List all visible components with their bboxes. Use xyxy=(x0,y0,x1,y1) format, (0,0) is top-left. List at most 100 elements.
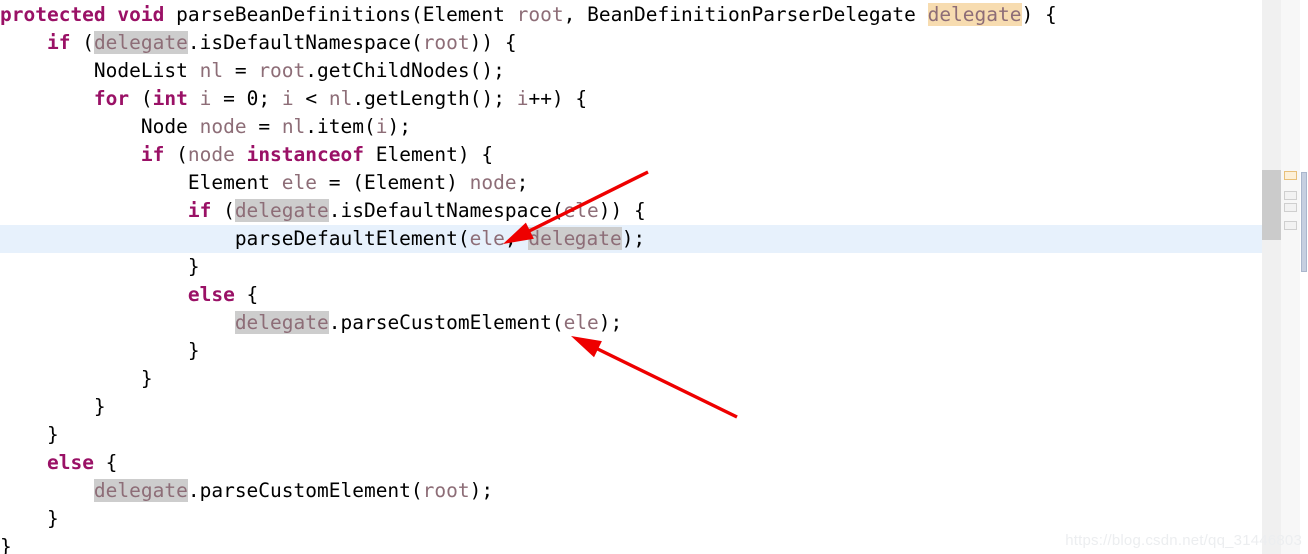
code-token: ); xyxy=(387,115,411,138)
outer-scrollbar-thumb[interactable] xyxy=(1301,172,1307,272)
code-line[interactable]: } xyxy=(0,337,1262,365)
code-line[interactable]: } xyxy=(0,421,1262,449)
scrollbar-track[interactable] xyxy=(1216,0,1281,554)
code-token: delegate xyxy=(927,3,1022,26)
ruler-marker-occurrence-2[interactable] xyxy=(1284,203,1297,212)
code-token: nl xyxy=(199,59,224,82)
code-line[interactable]: protected void parseBeanDefinitions(Elem… xyxy=(0,1,1262,29)
code-token: delegate xyxy=(93,31,188,54)
code-token: else xyxy=(46,451,94,474)
code-line[interactable]: } xyxy=(0,505,1262,533)
outer-scroll-track[interactable] xyxy=(1300,0,1308,554)
code-token: } xyxy=(140,367,153,390)
code-token: . xyxy=(187,31,200,54)
code-token: instanceof xyxy=(246,143,364,166)
code-token: parseCustomElement xyxy=(199,479,411,502)
current-line-ruler-marker xyxy=(1216,229,1262,251)
code-token: . xyxy=(305,115,318,138)
code-token: ) { xyxy=(1021,3,1057,26)
code-token: delegate xyxy=(234,199,329,222)
code-editor[interactable]: protected void parseBeanDefinitions(Elem… xyxy=(0,0,1308,554)
code-line[interactable]: else { xyxy=(0,449,1262,477)
code-token: { xyxy=(234,283,259,306)
code-token: ( xyxy=(211,199,235,222)
code-token: ( xyxy=(551,311,564,334)
code-token: gate xyxy=(574,227,622,250)
code-token: , xyxy=(504,227,529,250)
code-token: ( xyxy=(164,143,188,166)
code-token: root xyxy=(422,479,470,502)
code-token: ++) { xyxy=(528,87,588,110)
code-token: i xyxy=(199,87,212,110)
code-token: ele xyxy=(563,199,599,222)
code-token: } xyxy=(93,395,106,418)
code-token: root xyxy=(516,3,564,26)
code-token: root xyxy=(258,59,306,82)
code-line[interactable]: NodeList nl = root.getChildNodes(); xyxy=(0,57,1262,85)
code-surface[interactable]: protected void parseBeanDefinitions(Elem… xyxy=(0,0,1262,554)
code-token: node xyxy=(199,115,247,138)
code-token: = ( xyxy=(317,171,364,194)
ruler-marker-declaration[interactable] xyxy=(1284,171,1297,180)
code-token: i xyxy=(281,87,294,110)
code-token: ele xyxy=(469,227,505,250)
code-token: BeanDefinitionParserDelegate xyxy=(587,3,916,26)
code-token: ); xyxy=(621,227,646,250)
code-token: , xyxy=(563,3,588,26)
ruler-marker-occurrence-1[interactable] xyxy=(1284,191,1297,200)
code-token: = xyxy=(223,59,259,82)
code-line[interactable]: Element ele = (Element) node; xyxy=(0,169,1262,197)
code-line[interactable]: else { xyxy=(0,281,1262,309)
code-token: ( xyxy=(457,227,470,250)
code-token: getChildNodes xyxy=(317,59,470,82)
code-token: ); xyxy=(598,311,623,334)
code-token: protected xyxy=(0,3,106,26)
code-token: NodeList xyxy=(93,59,188,82)
code-line[interactable]: } xyxy=(0,365,1262,393)
code-token: ) xyxy=(446,171,470,194)
code-token: ; xyxy=(516,171,529,194)
code-token: isDefaultNamespace xyxy=(340,199,552,222)
code-token: if xyxy=(187,199,212,222)
code-token: ); xyxy=(469,479,494,502)
code-token: item xyxy=(317,115,365,138)
code-token: nl xyxy=(281,115,306,138)
code-line[interactable]: } xyxy=(0,393,1262,421)
code-token: } xyxy=(187,255,200,278)
code-token: 0 xyxy=(246,87,259,110)
ruler-marker-occurrence-3[interactable] xyxy=(1284,221,1297,230)
code-token: . xyxy=(328,311,341,334)
code-token: else xyxy=(187,283,235,306)
code-line[interactable]: if (delegate.isDefaultNamespace(root)) { xyxy=(0,29,1262,57)
code-line[interactable]: parseDefaultElement(ele, delegate); xyxy=(0,225,1262,253)
code-token: < xyxy=(293,87,329,110)
code-line[interactable]: } xyxy=(0,253,1262,281)
code-line[interactable]: if (delegate.isDefaultNamespace(ele)) { xyxy=(0,197,1262,225)
annotation-ruler-track[interactable] xyxy=(1281,0,1300,554)
code-line[interactable]: for (int i = 0; i < nl.getLength(); i++)… xyxy=(0,85,1262,113)
code-line[interactable]: Node node = nl.item(i); xyxy=(0,113,1262,141)
code-line[interactable]: delegate.parseCustomElement(root); xyxy=(0,477,1262,505)
scrollbar-thumb[interactable] xyxy=(1262,170,1281,240)
code-token: parseDefaultElement xyxy=(234,227,458,250)
code-line[interactable]: delegate.parseCustomElement(ele); xyxy=(0,309,1262,337)
code-token: isDefaultNamespace xyxy=(199,31,411,54)
code-line[interactable]: if (node instanceof Element) { xyxy=(0,141,1262,169)
overview-ruler[interactable] xyxy=(1216,0,1308,554)
code-token: int xyxy=(152,87,188,110)
